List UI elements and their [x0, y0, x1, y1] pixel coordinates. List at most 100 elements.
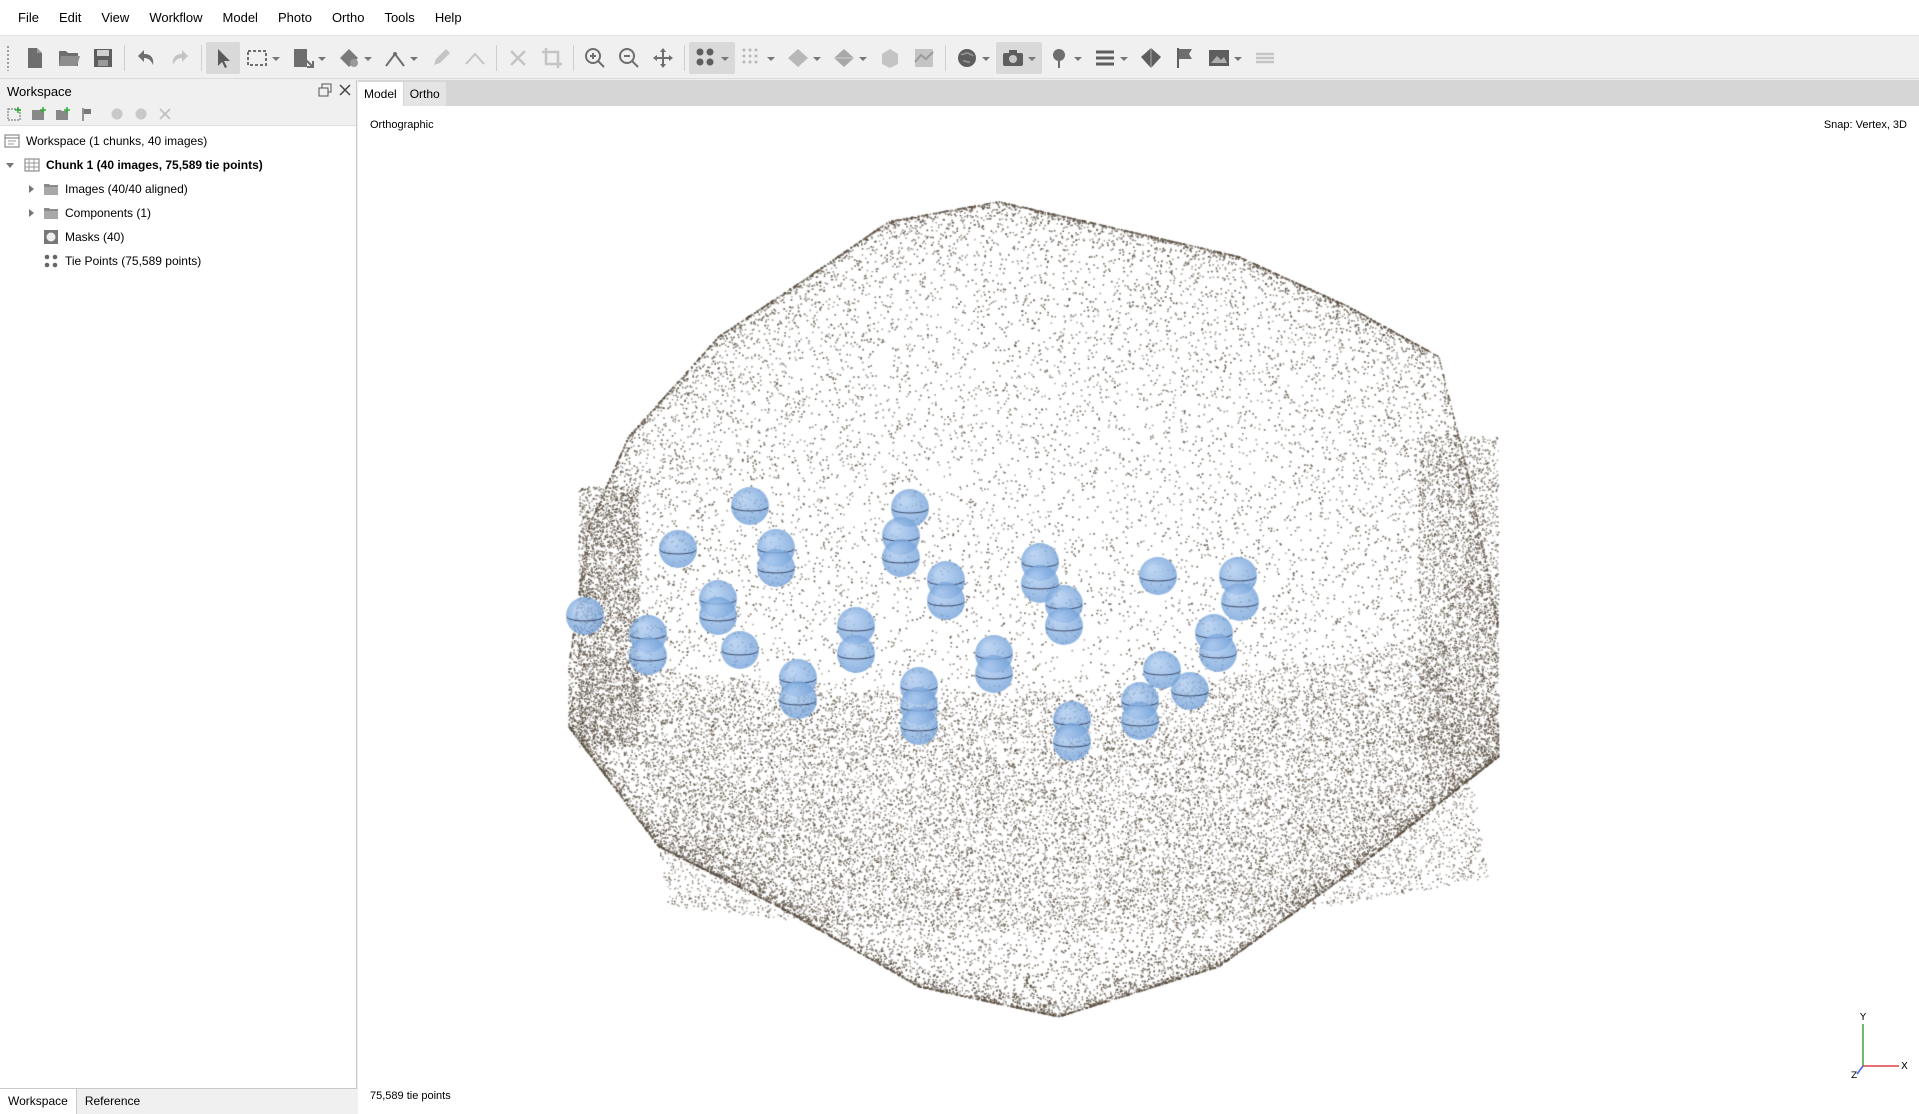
add-folder-button[interactable]: [52, 104, 73, 124]
rectangle-selection-button[interactable]: [240, 42, 286, 74]
x-axis-label: X: [1901, 1061, 1908, 1072]
camera-icon: [1003, 49, 1023, 66]
rectangle-selection-icon: [247, 49, 267, 66]
tiled-model-icon: [882, 48, 898, 68]
tree-item-workspace[interactable]: Workspace (1 chunks, 40 images): [0, 129, 356, 153]
textured-mesh-button[interactable]: [827, 42, 873, 74]
redo-button[interactable]: [163, 42, 197, 74]
app-window: File Edit View Workflow Model Photo Orth…: [0, 0, 1919, 1114]
marker-icon: [1053, 48, 1065, 68]
tree-label-workspace: Workspace (1 chunks, 40 images): [26, 134, 208, 148]
save-project-button[interactable]: [86, 42, 120, 74]
menu-model[interactable]: Model: [215, 8, 266, 27]
toolbar-separator: [124, 44, 125, 71]
workspace-header: Workspace: [0, 80, 356, 102]
dem-view-button[interactable]: [907, 42, 941, 74]
menu-ortho[interactable]: Ortho: [324, 8, 373, 27]
polyline-icon: [465, 52, 485, 65]
globe-icon: [958, 48, 976, 67]
enable-circle-icon: [111, 108, 122, 119]
tree-item-masks[interactable]: Masks (40): [0, 225, 356, 249]
main-toolbar: [0, 37, 1919, 79]
add-chunk-icon: [7, 106, 21, 120]
image-icon: [1209, 49, 1229, 66]
new-project-button[interactable]: [18, 42, 52, 74]
tab-workspace[interactable]: Workspace: [0, 1089, 77, 1114]
toolbar-grip[interactable]: [6, 44, 10, 71]
crop-selection-button[interactable]: [535, 42, 569, 74]
ruler-button[interactable]: [378, 42, 424, 74]
point-cloud-view-button[interactable]: [689, 41, 735, 74]
menu-tools[interactable]: Tools: [376, 8, 422, 27]
crop-icon: [542, 47, 562, 68]
tree-item-components[interactable]: Components (1): [0, 201, 356, 225]
new-file-icon: [28, 47, 42, 68]
collapse-arrow-icon[interactable]: [4, 159, 16, 171]
cursor-arrow-icon: [218, 48, 230, 68]
menu-edit[interactable]: Edit: [51, 8, 89, 27]
dense-cloud-view-button[interactable]: [735, 42, 781, 74]
close-panel-icon[interactable]: [338, 83, 352, 97]
resize-region-icon: [294, 48, 314, 68]
tree-item-tie-points[interactable]: Tie Points (75,589 points): [0, 249, 356, 273]
reset-view-button[interactable]: [646, 42, 680, 74]
draw-polyline-button[interactable]: [424, 42, 458, 74]
show-flags-button[interactable]: [1168, 42, 1202, 74]
globe-view-button[interactable]: [950, 42, 996, 74]
dem-icon: [914, 48, 934, 67]
delete-selection-button[interactable]: [501, 42, 535, 74]
region-icon: [1141, 47, 1161, 68]
expand-arrow-icon[interactable]: [25, 207, 37, 219]
show-cameras-button[interactable]: [996, 41, 1042, 74]
menu-lines-icon: [1096, 50, 1114, 65]
show-info-button[interactable]: [1088, 42, 1134, 74]
disable-button[interactable]: [130, 104, 151, 124]
tree-item-images[interactable]: Images (40/40 aligned): [0, 177, 356, 201]
tie-points-status: 75,589 tie points: [370, 1090, 451, 1102]
navigation-tool-button[interactable]: [206, 41, 240, 74]
model-viewport[interactable]: Orthographic Snap: Vertex, 3D 75,589 tie…: [358, 106, 1919, 1114]
axis-gizmo: Y X Z: [1851, 1012, 1908, 1078]
add-photos-button[interactable]: [28, 104, 49, 124]
add-marker-button[interactable]: [76, 104, 97, 124]
show-markers-button[interactable]: [1042, 42, 1088, 74]
resize-region-button[interactable]: [286, 42, 332, 74]
menu-help[interactable]: Help: [427, 8, 470, 27]
remove-items-button[interactable]: [154, 104, 175, 124]
tree-item-chunk[interactable]: Chunk 1 (40 images, 75,589 tie points): [0, 153, 356, 177]
zoom-in-button[interactable]: [578, 42, 612, 74]
menu-workflow[interactable]: Workflow: [141, 8, 210, 27]
tab-reference[interactable]: Reference: [77, 1089, 148, 1114]
open-project-button[interactable]: [52, 42, 86, 74]
ruler-icon: [385, 51, 405, 67]
show-grid-button[interactable]: [1248, 42, 1282, 74]
y-axis-label: Y: [1859, 1012, 1867, 1023]
add-chunk-button[interactable]: [4, 104, 25, 124]
tree-label-tie-points: Tie Points (75,589 points): [65, 254, 202, 268]
float-panel-icon[interactable]: [318, 83, 332, 97]
rotate-object-button[interactable]: [332, 42, 378, 74]
dense-cloud-icon: [742, 48, 758, 63]
menu-view[interactable]: View: [93, 8, 137, 27]
show-region-button[interactable]: [1134, 42, 1168, 74]
flag-icon: [1177, 47, 1192, 68]
expand-arrow-icon[interactable]: [25, 183, 37, 195]
tab-model[interactable]: Model: [358, 82, 403, 106]
workspace-toolbar: [0, 102, 356, 126]
toolbar-separator: [684, 44, 685, 71]
mesh-icon: [788, 48, 808, 67]
enable-button[interactable]: [106, 104, 127, 124]
zoom-out-button[interactable]: [612, 42, 646, 74]
tab-ortho[interactable]: Ortho: [403, 82, 446, 106]
menu-photo[interactable]: Photo: [270, 8, 320, 27]
workspace-tree: Workspace (1 chunks, 40 images) Chunk 1 …: [0, 126, 356, 273]
show-images-button[interactable]: [1202, 42, 1248, 74]
mesh-view-button[interactable]: [781, 42, 827, 74]
tree-label-masks: Masks (40): [65, 230, 125, 244]
tiled-model-button[interactable]: [873, 42, 907, 74]
tie-points-icon: [696, 48, 714, 65]
draw-line-button[interactable]: [458, 42, 492, 74]
undo-button[interactable]: [129, 42, 163, 74]
point-cloud-canvas[interactable]: [358, 106, 1919, 1114]
menu-file[interactable]: File: [10, 8, 47, 27]
